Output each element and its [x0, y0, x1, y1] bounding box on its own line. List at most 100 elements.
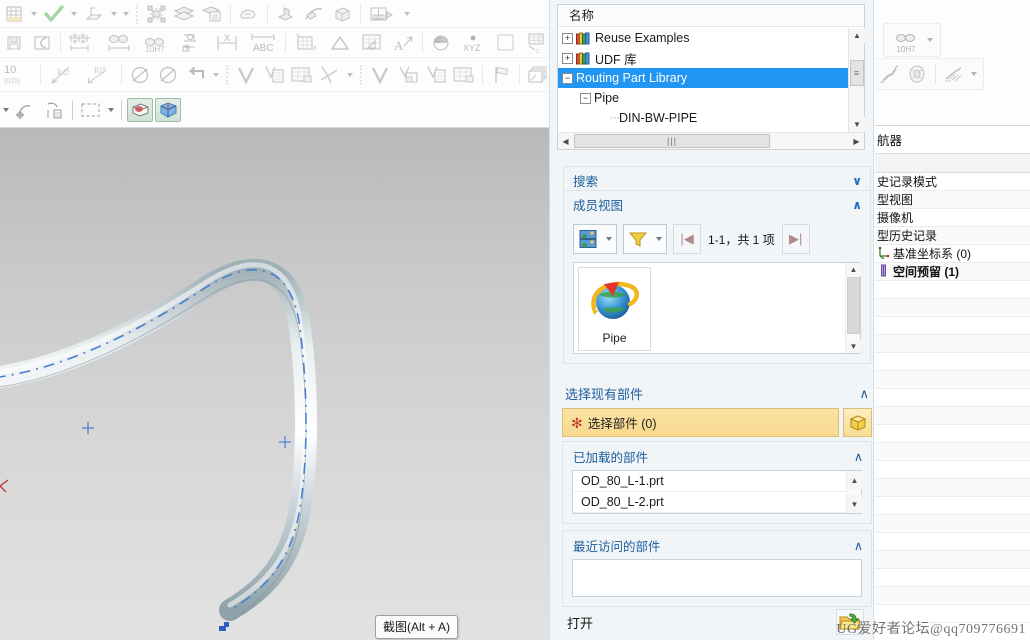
green-check-icon[interactable]: [41, 2, 67, 26]
scroll-down-icon[interactable]: ▼: [846, 340, 861, 353]
datum-plane-icon[interactable]: [81, 2, 107, 26]
tree-vertical-scrollbar[interactable]: ▲ ≡ ▼: [848, 28, 865, 132]
extrude-icon[interactable]: [273, 2, 299, 26]
layers-stack-icon[interactable]: [525, 63, 549, 87]
navigator-row-empty[interactable]: [875, 533, 1030, 551]
xyz-point-icon[interactable]: XYZ: [456, 31, 490, 55]
member-item-pipe[interactable]: Pipe: [578, 267, 651, 351]
loaded-parts-list[interactable]: OD_80_L-1.prt OD_80_L-2.prt ▲ ▼: [572, 470, 862, 514]
collapse-minus-icon[interactable]: −: [562, 72, 573, 84]
note-icon[interactable]: [236, 2, 262, 26]
navigator-row-model-views[interactable]: 型视图: [875, 191, 1030, 209]
table-insert2-icon[interactable]: [451, 63, 477, 87]
navigator-row-space-reservation[interactable]: 空间预留 (1): [875, 263, 1030, 281]
navigator-row-empty[interactable]: [875, 461, 1030, 479]
dropdown-caret[interactable]: [404, 11, 410, 16]
view-mode-dropdown[interactable]: [573, 224, 617, 254]
navigator-row-empty[interactable]: [875, 353, 1030, 371]
table-x-icon[interactable]: Y x: [291, 31, 325, 55]
3d-viewport[interactable]: 截图(Alt + A): [0, 128, 549, 640]
save-icon[interactable]: [1, 31, 27, 55]
tree-node-udf-library[interactable]: + UDF 库: [558, 48, 848, 68]
wcs-icon[interactable]: [41, 98, 67, 122]
chevron-up-icon[interactable]: ∧: [854, 538, 863, 553]
navigator-row-empty[interactable]: [875, 317, 1030, 335]
scroll-down-icon[interactable]: ▼: [849, 117, 865, 132]
diameter2-icon[interactable]: [155, 63, 181, 87]
scroll-thumb-horizontal[interactable]: |||: [574, 134, 770, 148]
check-mark-icon[interactable]: [233, 63, 259, 87]
feature-group-icon[interactable]: [143, 2, 169, 26]
collapse-minus-icon[interactable]: −: [580, 92, 591, 104]
triangle-icon[interactable]: [327, 31, 353, 55]
dropdown-caret[interactable]: [927, 38, 933, 42]
chevron-up-icon[interactable]: ∧: [859, 386, 869, 402]
navigator-row-cameras[interactable]: 摄像机: [875, 209, 1030, 227]
chevron-up-icon[interactable]: ∧: [854, 449, 863, 464]
dropdown-caret[interactable]: [3, 107, 9, 112]
dropdown-caret[interactable]: [213, 72, 219, 77]
navigator-row-history-mode[interactable]: 史记录模式: [875, 173, 1030, 191]
navigator-row-empty[interactable]: [875, 443, 1030, 461]
tree-node-routing-part-library[interactable]: − Routing Part Library: [558, 68, 848, 88]
coil-icon[interactable]: [904, 62, 930, 86]
studio-view-icon[interactable]: [155, 97, 181, 122]
view-mode-caret[interactable]: [602, 225, 616, 253]
expand-plus-icon[interactable]: +: [562, 32, 573, 44]
solid-body-icon[interactable]: [329, 2, 355, 26]
select-part-button[interactable]: [843, 408, 872, 437]
leader-text-icon[interactable]: A: [391, 31, 417, 55]
dropdown-caret[interactable]: [71, 11, 77, 16]
radius-dim-icon[interactable]: R∅: [46, 63, 80, 87]
dropdown-caret[interactable]: [108, 107, 114, 112]
list-item[interactable]: OD_80_L-2.prt: [573, 492, 861, 513]
chevron-down-icon[interactable]: ∨: [852, 174, 862, 188]
tolerance-icon[interactable]: 10H7: [138, 31, 172, 55]
scroll-thumb[interactable]: ≡: [850, 60, 864, 86]
navigator-row-datum-csys[interactable]: 基准坐标系 (0): [875, 245, 1030, 263]
tree-node-reuse-examples[interactable]: + Reuse Examples: [558, 28, 848, 48]
navigator-row-empty[interactable]: [875, 605, 1030, 623]
member-thumbnail-list[interactable]: Pipe ▲ ▼: [573, 262, 861, 354]
dropdown-caret[interactable]: [971, 72, 977, 76]
spring-icon[interactable]: [876, 62, 902, 86]
select-existing-header[interactable]: 选择现有部件 ∧: [562, 382, 872, 408]
expand-plus-icon[interactable]: +: [562, 52, 573, 64]
x-dimension-icon[interactable]: X: [210, 31, 244, 55]
list-detail2-icon[interactable]: [423, 63, 449, 87]
sheet-table-icon[interactable]: [1, 2, 27, 26]
navigator-row-empty[interactable]: [875, 479, 1030, 497]
chamfer-dim-icon[interactable]: [174, 31, 208, 55]
dropdown-caret[interactable]: [31, 11, 37, 16]
radius-dim2-icon[interactable]: R∅: [82, 63, 116, 87]
table-note-icon[interactable]: 1 2: [520, 31, 549, 55]
navigator-rows[interactable]: 史记录模式 型视图 摄像机 型历史记录 基准坐标系 (0) 空间预留 (1): [875, 173, 1030, 640]
tolerance-10h7-icon[interactable]: 10H7: [889, 25, 923, 55]
tree-horizontal-scrollbar[interactable]: ◀ ||| ▶: [558, 132, 864, 149]
thread-icon[interactable]: [941, 62, 967, 86]
navigator-row-empty[interactable]: [875, 497, 1030, 515]
list-detail-icon[interactable]: [261, 63, 287, 87]
point-grid-icon[interactable]: [66, 31, 100, 55]
axis-icon[interactable]: [317, 63, 343, 87]
sweep-icon[interactable]: [301, 2, 327, 26]
table-angle-icon[interactable]: [355, 31, 389, 55]
reuse-library-tree[interactable]: 名称 + Reuse Examples + UDF 库 − Routing Pa…: [557, 4, 865, 150]
open-folder-button[interactable]: [836, 609, 864, 635]
tree-node-pipe[interactable]: − Pipe: [558, 88, 848, 108]
recent-parts-header[interactable]: 最近访问的部件 ∧: [563, 531, 871, 559]
abc-dimension-icon[interactable]: ABC: [246, 31, 280, 55]
blank-rect-icon[interactable]: [492, 31, 518, 55]
navigator-row-empty[interactable]: [875, 389, 1030, 407]
dropdown-caret[interactable]: [123, 11, 129, 16]
navigator-row-empty[interactable]: [875, 425, 1030, 443]
check-mark2-icon[interactable]: [367, 63, 393, 87]
scroll-down-icon[interactable]: ▼: [847, 495, 862, 513]
select-part-field[interactable]: ✻ 选择部件 (0): [562, 408, 839, 437]
select-rect-icon[interactable]: [78, 98, 104, 122]
loaded-list-scrollbar[interactable]: ▲ ▼: [846, 471, 862, 513]
tolerance-10-icon[interactable]: 10 (015): [1, 63, 35, 87]
scroll-thumb[interactable]: [847, 277, 860, 334]
linear-dimension-icon[interactable]: [102, 31, 136, 55]
tree-body[interactable]: + Reuse Examples + UDF 库 − Routing Part …: [558, 28, 848, 132]
